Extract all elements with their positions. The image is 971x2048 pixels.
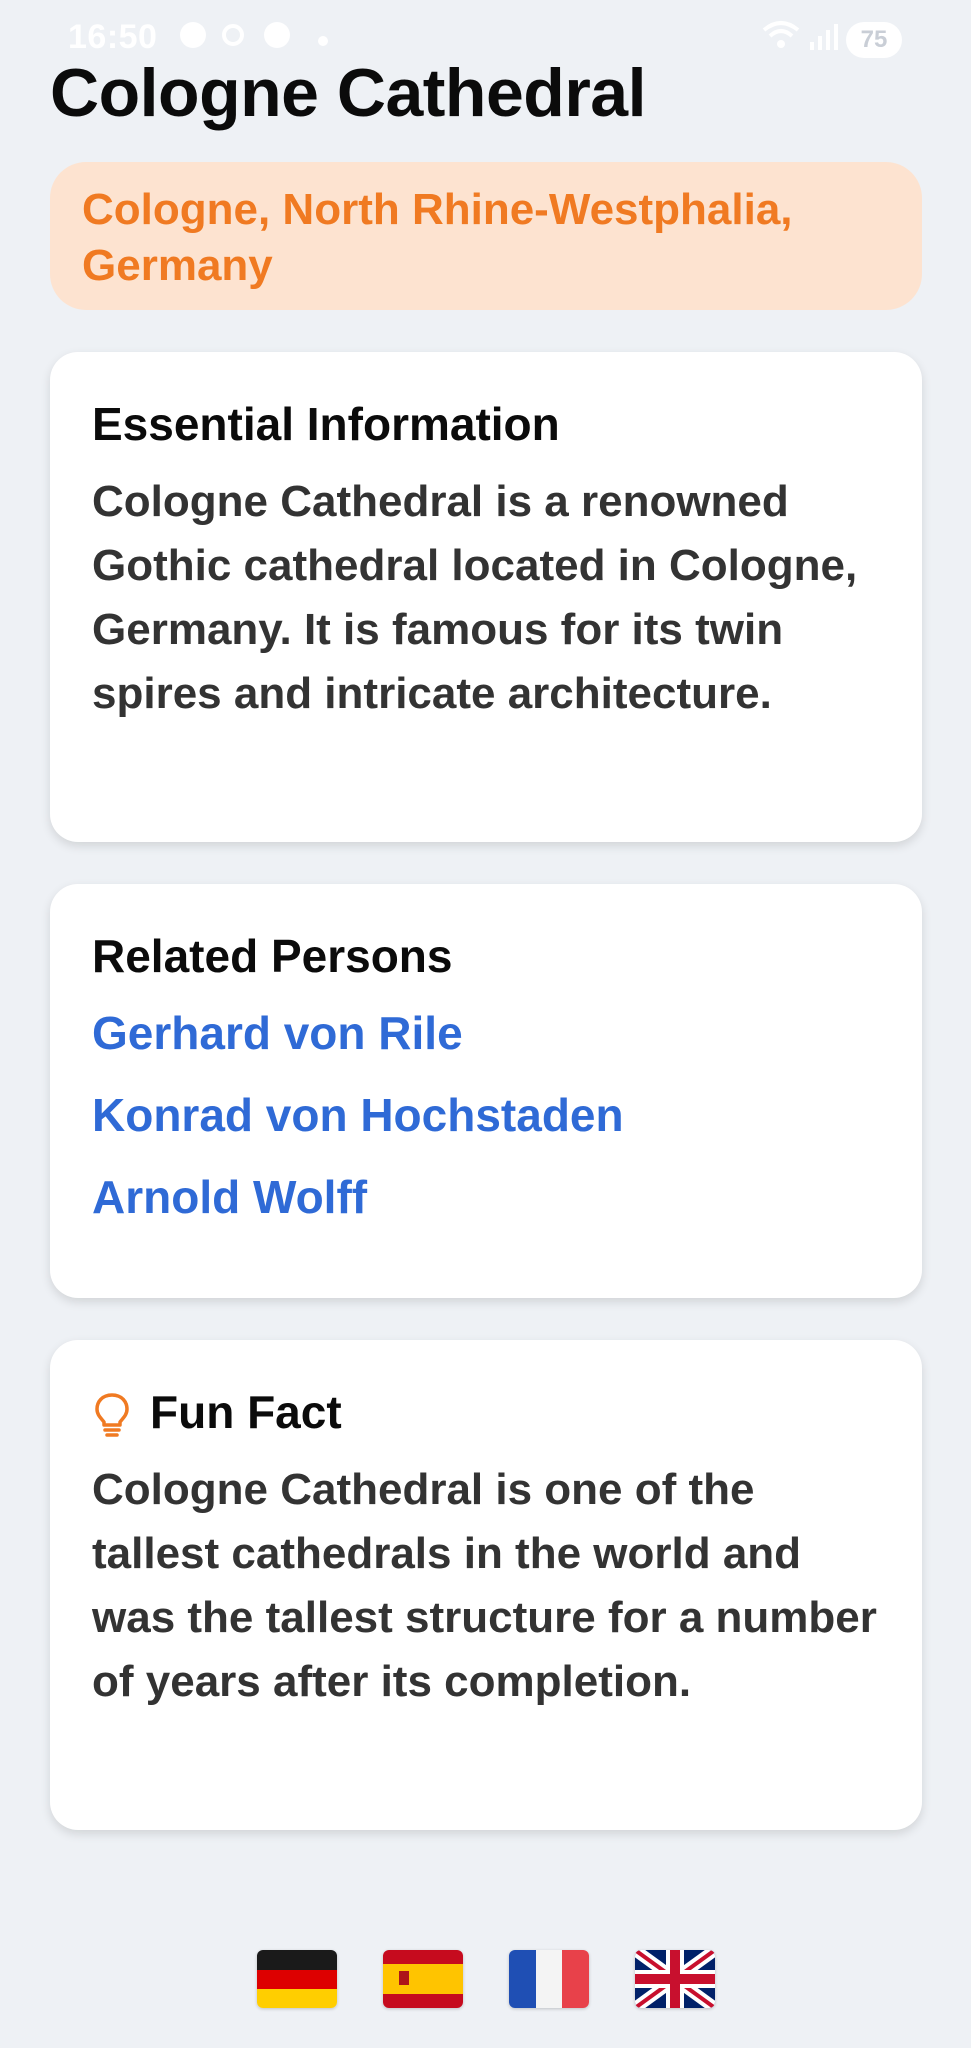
essential-info-card: Essential Information Cologne Cathedral … xyxy=(50,352,922,842)
search-status-icon xyxy=(222,24,244,46)
fun-fact-card: Fun Fact Cologne Cathedral is one of the… xyxy=(50,1340,922,1830)
page-title: Cologne Cathedral xyxy=(50,55,647,131)
lightbulb-icon xyxy=(95,1393,129,1437)
spanish-flag-icon[interactable] xyxy=(382,1950,463,2008)
messenger-icon xyxy=(180,22,206,48)
fun-fact-heading: Fun Fact xyxy=(150,1386,342,1438)
related-persons-list: Gerhard von Rile Konrad von Hochstaden A… xyxy=(92,1006,880,1224)
wifi-icon xyxy=(762,21,800,48)
related-persons-card: Related Persons Gerhard von Rile Konrad … xyxy=(50,884,922,1298)
location-chip: Cologne, North Rhine-Westphalia, Germany xyxy=(50,162,922,310)
signal-icon xyxy=(810,24,838,50)
status-time: 16:50 xyxy=(68,18,158,56)
person-link-arnold-wolff[interactable]: Arnold Wolff xyxy=(92,1170,880,1224)
person-link-konrad-von-hochstaden[interactable]: Konrad von Hochstaden xyxy=(92,1088,880,1142)
battery-indicator: 75 xyxy=(846,22,902,58)
notification-icon xyxy=(264,22,290,48)
french-flag-icon[interactable] xyxy=(508,1950,589,2008)
german-flag-icon[interactable] xyxy=(256,1950,337,2008)
person-link-gerhard-von-rile[interactable]: Gerhard von Rile xyxy=(92,1006,880,1060)
more-dot-icon xyxy=(318,36,328,46)
related-persons-heading: Related Persons xyxy=(92,930,453,982)
fun-fact-text: Cologne Cathedral is one of the tallest … xyxy=(92,1465,877,1706)
language-selector xyxy=(0,1950,971,2014)
essential-info-heading: Essential Information xyxy=(92,398,560,450)
uk-flag-icon[interactable] xyxy=(634,1950,715,2008)
fun-fact-heading-row: Fun Fact xyxy=(92,1384,880,1440)
essential-info-text: Cologne Cathedral is a renowned Gothic c… xyxy=(92,477,858,718)
